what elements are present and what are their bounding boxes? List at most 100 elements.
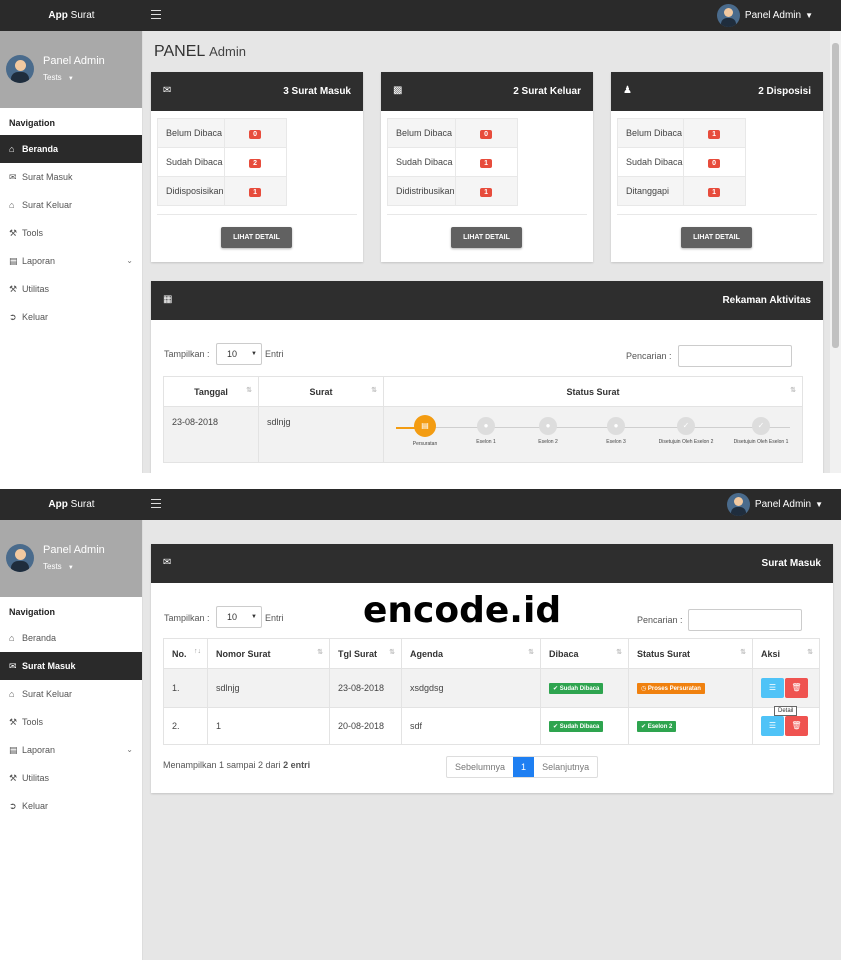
next-page-button[interactable]: Selanjutnya	[534, 757, 597, 777]
nav-title: Navigation	[9, 607, 56, 617]
count-badge: 0	[480, 129, 493, 139]
sidebar-item-surat-keluar[interactable]: ⌂ Surat Keluar	[0, 191, 142, 219]
column-header[interactable]: Aksi ⇅	[752, 638, 820, 669]
surat-masuk-card: ✉ Surat Masuk Tampilkan : 10 ▼ Entri Penca…	[151, 544, 833, 793]
delete-button[interactable]: 🗑	[785, 716, 808, 736]
search-input[interactable]	[678, 345, 792, 367]
timeline-step: ▤ Persuratan	[390, 414, 460, 447]
page-1-button[interactable]: 1	[513, 757, 535, 777]
top-navbar: App Surat Panel Admin ▼	[0, 0, 841, 31]
sidebar-item-tools[interactable]: ⚒ Tools	[0, 219, 142, 247]
timeline-step: ✓ Disetujuin Oleh Eselon 2	[651, 416, 721, 445]
document-icon: ▤	[9, 256, 18, 266]
users-icon: ♟	[623, 85, 632, 96]
envelope-icon: ✉	[9, 172, 17, 182]
avatar	[726, 493, 750, 516]
sidebar-profile: Panel Admin Tests ▼	[0, 31, 142, 108]
timeline-step: ● Eselon 3	[581, 416, 651, 445]
detail-button[interactable]: LIHAT DETAIL	[221, 227, 292, 248]
column-header[interactable]: Status Surat ⇅	[628, 638, 753, 669]
delete-button[interactable]: 🗑	[785, 678, 808, 698]
timeline-step: ● Eselon 2	[513, 416, 583, 445]
envelope-icon: ✉	[163, 557, 172, 568]
sidebar-item-surat-masuk[interactable]: ✉ Surat Masuk	[0, 163, 142, 191]
chevron-down-icon: ▼	[251, 351, 257, 357]
detail-button[interactable]: LIHAT DETAIL	[451, 227, 522, 248]
page-scrollbar[interactable]	[830, 31, 841, 473]
app-brand[interactable]: App Surat	[0, 0, 143, 31]
app-brand[interactable]: App Surat	[0, 489, 143, 520]
count-badge: 2	[249, 158, 262, 168]
sidebar-item-beranda[interactable]: ⌂ Beranda	[0, 135, 142, 163]
chevron-down-icon: ▼	[805, 11, 813, 20]
column-header[interactable]: Nomor Surat ⇅	[207, 638, 330, 669]
sidebar-profile: Panel Admin Tests ▼	[0, 520, 142, 597]
sidebar: Panel Admin Tests ▼ Navigation ⌂ Beranda …	[0, 31, 143, 473]
surat-masuk-screen: App Surat Panel Admin ▼ Panel Admin Test…	[0, 489, 841, 960]
detail-button[interactable]: ☰	[761, 678, 784, 698]
count-badge: 1	[708, 187, 721, 197]
sidebar-item-laporan[interactable]: ▤ Laporan ⌄	[0, 247, 142, 275]
sidebar-item-keluar[interactable]: ➲ Keluar	[0, 792, 142, 820]
activity-card: ▦ Rekaman Aktivitas Tampilkan : 10 ▼ Entri…	[151, 281, 823, 473]
column-header[interactable]: Dibaca ⇅	[540, 638, 629, 669]
count-badge: 1	[708, 129, 721, 139]
logout-icon: ➲	[9, 312, 17, 322]
sidebar-item-utilitas[interactable]: ⚒ Utilitas	[0, 275, 142, 303]
column-header[interactable]: Agenda ⇅	[401, 638, 541, 669]
sidebar-item-utilitas[interactable]: ⚒ Utilitas	[0, 764, 142, 792]
detail-button[interactable]: ☰	[761, 716, 784, 736]
sidebar-item-laporan[interactable]: ▤ Laporan ⌄	[0, 736, 142, 764]
table-row: 2. 1 20-08-2018 sdf ✔ Sudah Dibaca ✔ Ese…	[163, 707, 820, 745]
activity-table: Tanggal ⇅ Surat ⇅ Status Surat ⇅ 23-08-2018…	[163, 376, 803, 463]
count-badge: 1	[480, 158, 493, 168]
detail-tooltip: Detail	[774, 706, 798, 716]
user-menu[interactable]: Panel Admin ▼	[726, 493, 823, 516]
profile-role-dropdown[interactable]: Tests ▼	[43, 73, 74, 82]
detail-button[interactable]: LIHAT DETAIL	[681, 227, 752, 248]
stat-row: Didisposisikan 1	[157, 176, 287, 206]
card-surat-masuk: ✉ 3 Surat Masuk Belum Dibaca 0 Sudah Dibac…	[151, 72, 363, 262]
wrench-icon: ⚒	[9, 773, 18, 783]
avatar	[716, 4, 740, 27]
menu-toggle-icon[interactable]	[151, 499, 161, 509]
stat-row: Didistribusikan 1	[387, 176, 518, 206]
stat-row: Belum Dibaca 0	[387, 118, 518, 148]
dashboard-screen: App Surat Panel Admin ▼ Panel Admin Test…	[0, 0, 841, 473]
table-row: 1. sdlnjg 23-08-2018 xsdgdsg ✔ Sudah Dib…	[163, 668, 820, 708]
check-icon: ✓	[677, 416, 695, 435]
wrench-icon: ⚒	[9, 284, 18, 294]
chevron-down-icon: ⌄	[126, 256, 133, 265]
sidebar-item-surat-masuk[interactable]: ✉ Surat Masuk	[0, 652, 142, 680]
user-icon: ●	[607, 416, 625, 435]
count-badge: 0	[249, 129, 262, 139]
column-header[interactable]: No. ↑↓	[163, 638, 208, 669]
profile-role-dropdown[interactable]: Tests ▼	[43, 562, 74, 571]
user-icon: ●	[539, 416, 557, 435]
sidebar-item-tools[interactable]: ⚒ Tools	[0, 708, 142, 736]
user-menu[interactable]: Panel Admin ▼	[716, 4, 813, 27]
sidebar-item-beranda[interactable]: ⌂ Beranda	[0, 624, 142, 652]
column-header[interactable]: Status Surat ⇅	[383, 376, 803, 407]
menu-toggle-icon[interactable]	[151, 10, 161, 20]
sidebar: Panel Admin Tests ▼ Navigation ⌂ Beranda …	[0, 520, 143, 960]
document-icon: ▤	[414, 414, 436, 437]
column-header[interactable]: Surat ⇅	[258, 376, 384, 407]
sidebar-item-keluar[interactable]: ➲ Keluar	[0, 303, 142, 331]
page-size-select[interactable]: 10 ▼	[216, 606, 262, 628]
prev-page-button[interactable]: Sebelumnya	[447, 757, 513, 777]
profile-name: Panel Admin	[43, 544, 105, 556]
sidebar-item-surat-keluar[interactable]: ⌂ Surat Keluar	[0, 680, 142, 708]
home-icon: ⌂	[9, 633, 15, 643]
calendar-icon: ▦	[163, 294, 173, 305]
page-size-select[interactable]: 10 ▼	[216, 343, 262, 365]
status-badge: ◷ Proses Persuratan	[637, 683, 705, 694]
pagination: Sebelumnya 1 Selanjutnya	[446, 756, 599, 778]
search-input[interactable]	[688, 609, 802, 631]
user-name: Panel Admin	[744, 10, 802, 21]
column-header[interactable]: Tanggal ⇅	[163, 376, 259, 407]
top-navbar: App Surat Panel Admin ▼	[0, 489, 841, 520]
document-icon: ▤	[9, 745, 18, 755]
column-header[interactable]: Tgl Surat ⇅	[329, 638, 402, 669]
user-name: Panel Admin	[754, 499, 812, 510]
